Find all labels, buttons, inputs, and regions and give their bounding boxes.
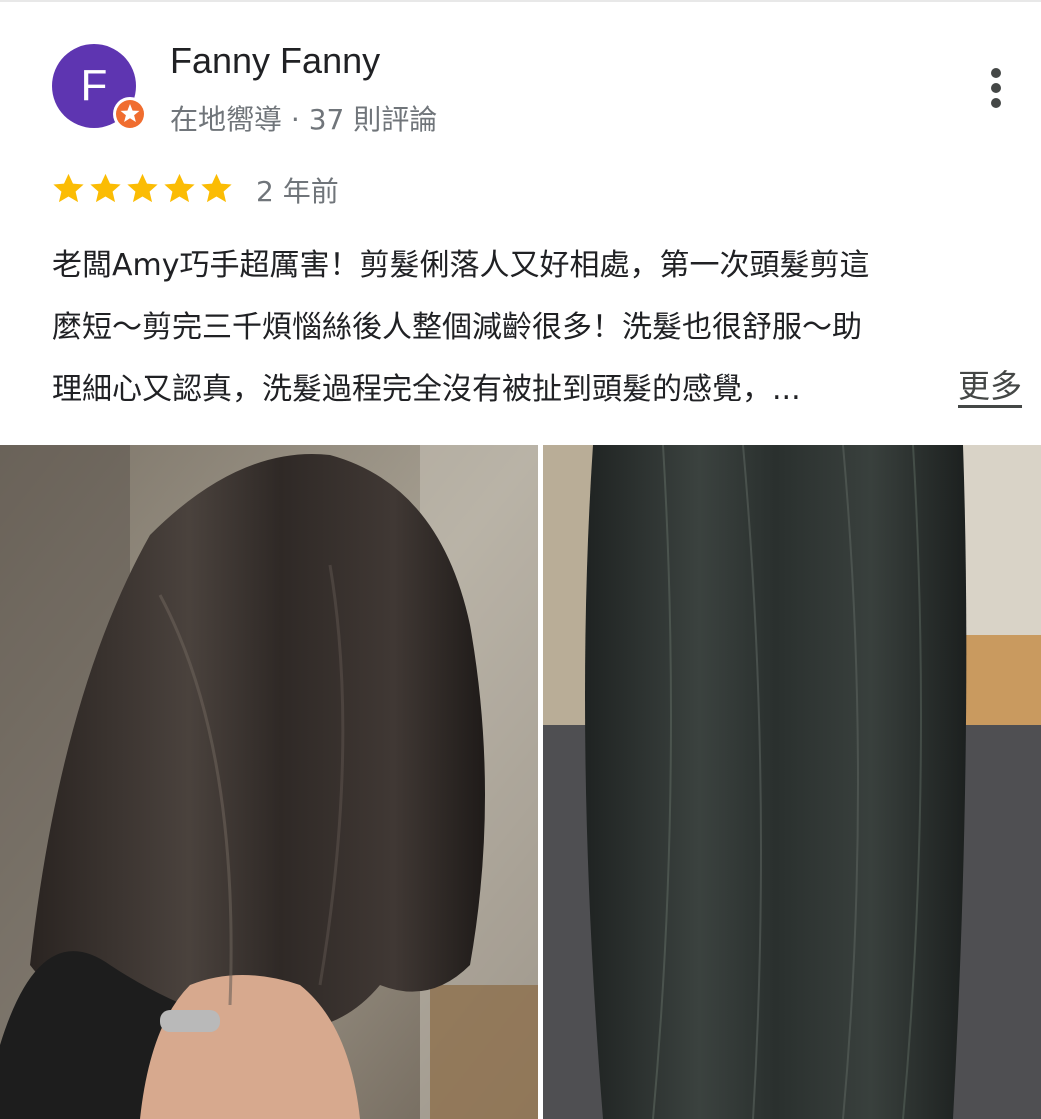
review-text: 老闆Amy巧手超厲害！剪髮俐落人又好相處，第一次頭髮剪這 麼短～剪完三千煩惱絲後… — [52, 235, 1012, 421]
short-haircut-image — [0, 445, 538, 1119]
top-divider — [0, 0, 1041, 2]
star-icon — [53, 173, 84, 203]
more-vert-icon — [991, 68, 1001, 78]
long-wet-hair-photo[interactable] — [543, 445, 1041, 1119]
short-haircut-photo[interactable] — [0, 445, 538, 1119]
review-text-line: 老闆Amy巧手超厲害！剪髮俐落人又好相處，第一次頭髮剪這 — [52, 248, 870, 283]
star-icon — [90, 173, 121, 203]
review-time: 2 年前 — [256, 175, 339, 208]
star-rating — [50, 170, 235, 210]
reviewer-name[interactable]: Fanny Fanny — [170, 40, 380, 82]
more-options-button[interactable] — [966, 58, 1026, 118]
review-text-line: 理細心又認真，洗髮過程完全沒有被扯到頭髮的感覺，... — [52, 372, 801, 407]
more-vert-dot — [991, 83, 1001, 93]
reviewer-meta: 在地嚮導 · 37 則評論 — [170, 103, 438, 136]
star-icon — [127, 173, 158, 203]
more-link[interactable]: 更多 — [958, 361, 1022, 407]
long-wet-hair-image — [543, 445, 1041, 1119]
review-text-line: 麼短～剪完三千煩惱絲後人整個減齡很多！洗髮也很舒服～助 — [52, 310, 862, 345]
avatar-letter: F — [80, 61, 108, 110]
more-vert-dot — [991, 98, 1001, 108]
star-icon — [201, 173, 232, 203]
star-icon — [164, 173, 195, 203]
local-guide-star-icon — [113, 97, 147, 131]
